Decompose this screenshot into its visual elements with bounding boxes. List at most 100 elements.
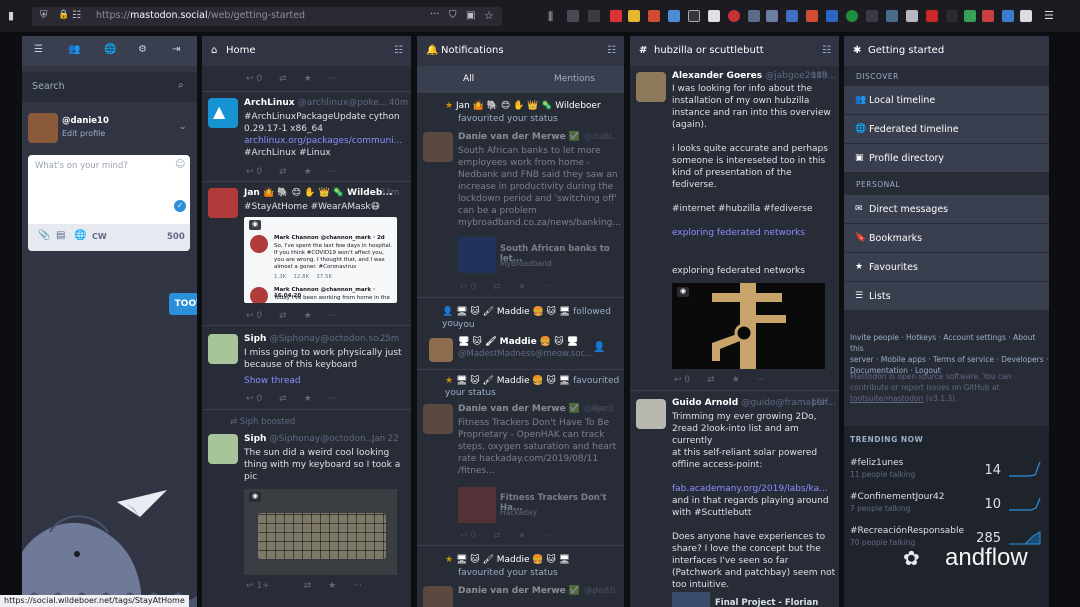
nav-direct-messages[interactable]: ✉ Direct messages (844, 195, 1049, 224)
nav-bookmarks[interactable]: 🔖 Bookmarks (844, 224, 1049, 253)
status-media-image[interactable]: ◉ (244, 489, 397, 575)
nav-local-timeline[interactable]: 👥 Local timeline (844, 86, 1049, 115)
nav-profile-directory[interactable]: ▣ Profile directory (844, 144, 1049, 173)
column-settings-icon[interactable]: ☷ (607, 45, 616, 56)
visibility-globe-icon[interactable]: 🌐 (74, 230, 86, 241)
lock-icon[interactable]: 🔒 (58, 10, 69, 20)
globe-icon: 🌐 (855, 124, 867, 134)
status-time[interactable]: 16h (811, 398, 827, 408)
home-column-header[interactable]: ⌂ Home ☷ (202, 36, 411, 66)
footer-links[interactable]: Invite people · Hotkeys · Account settin… (850, 332, 1049, 376)
library-icon[interactable]: ⫼ (548, 10, 553, 24)
ublock-icon[interactable] (610, 10, 622, 22)
browser-menu-icon[interactable]: ☰ (1044, 9, 1054, 22)
link-status-bar: https://social.wildeboer.net/tags/StayAt… (0, 595, 189, 607)
logout-icon[interactable]: ⇥ (172, 44, 180, 55)
emoji-picker-icon[interactable]: ☺ (175, 159, 185, 170)
permissions-icon[interactable]: ☷ (72, 10, 81, 21)
extension-globe-icon[interactable] (826, 10, 838, 22)
hashtag-column-header[interactable]: # hubzilla or scuttlebutt ☷ (630, 36, 839, 66)
bookmark-star-icon[interactable]: ☆ (484, 9, 494, 22)
tab-all[interactable]: All (463, 74, 474, 84)
reply-icon[interactable]: ↩ 1+ (246, 581, 287, 591)
shield-icon[interactable]: ⛨ (40, 10, 48, 21)
extension-shield-icon[interactable] (766, 10, 778, 22)
poll-icon[interactable]: ▤ (56, 230, 65, 241)
avatar[interactable] (423, 586, 453, 607)
extension-pocket-icon[interactable] (728, 10, 740, 22)
column-settings-icon[interactable]: ☷ (394, 45, 403, 56)
reader-icon[interactable]: ▣ (466, 10, 475, 21)
nav-federated-timeline[interactable]: 🌐 Federated timeline (844, 115, 1049, 144)
globe-icon[interactable]: 🌐 (104, 44, 116, 55)
notification[interactable] (417, 298, 624, 370)
nav-favourites[interactable]: ★ Favourites (844, 253, 1049, 282)
menu-icon[interactable]: ☰ (34, 44, 43, 55)
column-settings-icon[interactable]: ☷ (822, 45, 831, 56)
compose-nav-bar: ☰ 👥 🌐 ⚙ ⇥ (22, 36, 197, 66)
extension-download-icon[interactable] (1002, 10, 1014, 22)
notifications-column: 🔔 Notifications ☷ All Mentions ★ Jan 🤷 🐘… (417, 36, 624, 607)
status-author[interactable]: Siph @Siphonay@octodon... (244, 434, 374, 444)
edit-profile-link[interactable]: Edit profile (62, 129, 105, 138)
more-icon[interactable]: ··· (353, 581, 362, 591)
avatar[interactable] (636, 399, 666, 429)
extension-square-icon[interactable] (688, 10, 700, 22)
status-time[interactable]: Jan 22 (372, 434, 399, 444)
sidebar-toggle-icon[interactable]: ▮ (8, 9, 22, 23)
search-icon[interactable]: ⌕ (178, 80, 184, 91)
extension-addon-icon[interactable] (982, 10, 994, 22)
extension-flag-icon[interactable] (926, 10, 938, 22)
nav-lists[interactable]: ☰ Lists (844, 282, 1049, 311)
extension-dots-icon[interactable] (866, 10, 878, 22)
extension-gear-icon[interactable] (748, 10, 760, 22)
trend-item[interactable]: #ConfinementJour42 7 people talking 10 (850, 492, 1045, 526)
sidebar-icon[interactable] (567, 10, 579, 22)
status[interactable] (202, 92, 411, 182)
url-bar[interactable]: ⛨ 🔒 ☷ https://mastodon.social/web/gettin… (32, 7, 502, 26)
notification[interactable] (417, 370, 624, 546)
github-link[interactable]: tootsuite/mastodon (850, 394, 923, 403)
extension-tool-icon[interactable] (806, 10, 818, 22)
trend-sparkline (1009, 497, 1041, 511)
extension-grey-icon[interactable] (906, 10, 918, 22)
trend-item[interactable]: #feliz1unes 11 people talking 14 (850, 458, 1045, 492)
extension-page-icon[interactable] (1020, 10, 1032, 22)
extension-translate-icon[interactable] (786, 10, 798, 22)
search-placeholder: Search (32, 81, 65, 92)
hide-media-icon[interactable]: ◉ (249, 492, 261, 502)
gear-icon[interactable]: ⚙ (138, 44, 147, 55)
toot-button[interactable]: TOOT! (169, 293, 197, 315)
boost-icon[interactable]: ⇄ (304, 581, 312, 591)
extension-green-icon[interactable] (846, 10, 858, 22)
status[interactable] (630, 66, 839, 391)
card-thumbnail[interactable] (672, 592, 710, 607)
extension-blue-icon[interactable] (668, 10, 680, 22)
page-actions-icon[interactable]: ··· (430, 9, 440, 20)
extension-dark-icon[interactable] (946, 10, 958, 22)
attach-icon[interactable]: 📎 (38, 230, 50, 241)
chevron-down-icon[interactable]: ⌄ (179, 122, 187, 132)
getting-started-header: ✱ Getting started (844, 36, 1049, 66)
extension-arrow-icon[interactable] (964, 10, 976, 22)
extension-red-icon[interactable] (648, 10, 660, 22)
pocket-icon[interactable]: ⛉ (449, 10, 457, 21)
cw-button[interactable]: CW (92, 232, 107, 241)
notifications-column-header[interactable]: 🔔 Notifications ☷ (417, 36, 624, 66)
tab-mentions[interactable]: Mentions (554, 74, 595, 84)
extension-note-icon[interactable] (628, 10, 640, 22)
extension-cloud-icon[interactable] (886, 10, 898, 22)
extension-white-icon[interactable] (708, 10, 720, 22)
avatar[interactable] (28, 113, 58, 143)
people-icon[interactable]: 👥 (68, 44, 80, 55)
avatar[interactable] (208, 434, 238, 464)
status[interactable] (202, 182, 411, 326)
card-title[interactable]: Final Project - Florian Sch... (715, 598, 839, 607)
search-input[interactable]: Search ⌕ (22, 72, 197, 102)
containers-icon[interactable] (588, 10, 600, 22)
favourite-icon[interactable]: ★ (328, 581, 336, 591)
status-time[interactable]: Apr 10 (587, 586, 615, 596)
notification[interactable] (417, 93, 624, 298)
status[interactable] (202, 326, 411, 410)
status-link[interactable]: fab.academany.org/2019/labs/ka... (672, 483, 839, 495)
